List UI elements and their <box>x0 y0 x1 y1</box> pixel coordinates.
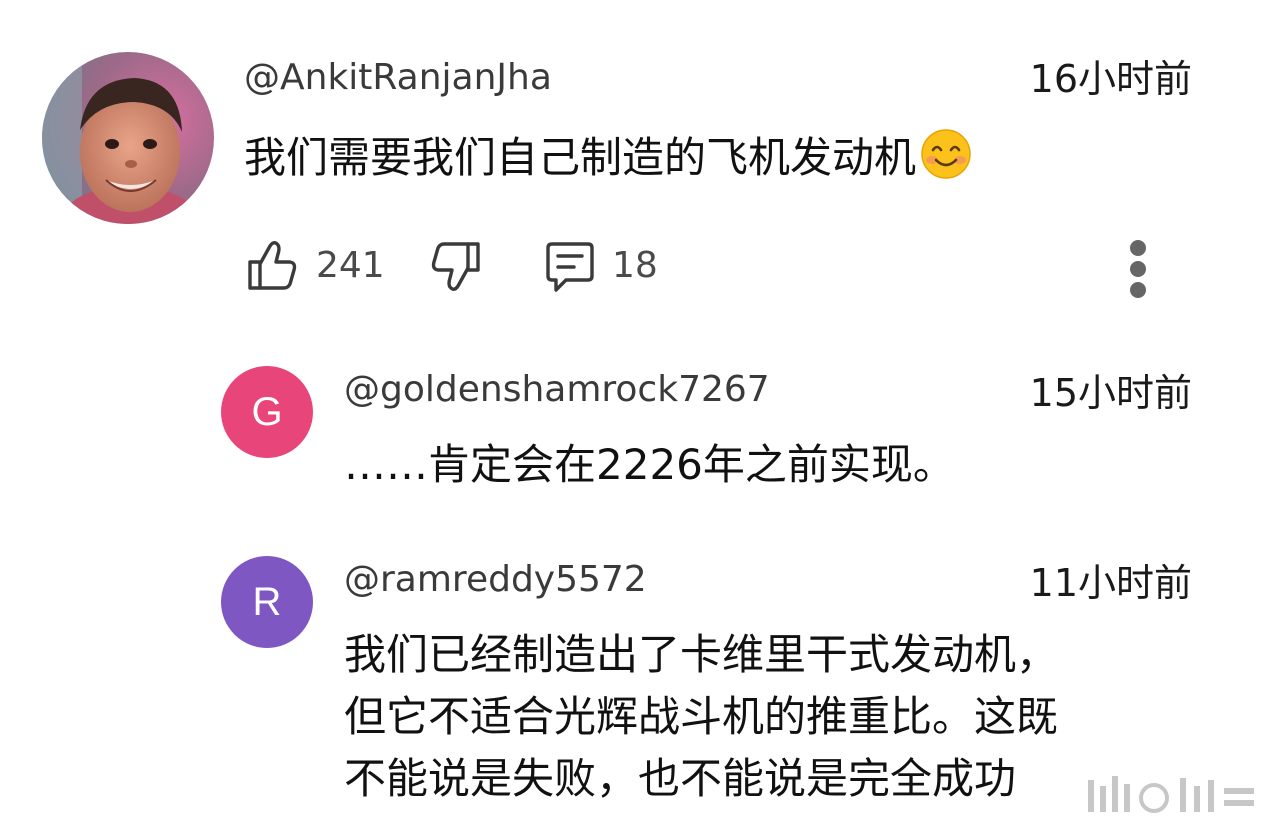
avatar-photo-image <box>42 52 214 224</box>
avatar[interactable]: R <box>221 556 313 648</box>
reply-text-block: ……肯定会在2226年之前实现。 <box>344 434 1204 496</box>
reply-author[interactable]: @ramreddy5572 <box>344 562 647 598</box>
avatar-letter: R <box>252 580 282 624</box>
comment-timestamp: 16小时前 <box>1029 57 1192 101</box>
reply-item: G @goldenshamrock7267 15小时前 ……肯定会在2226年之… <box>0 350 1280 500</box>
watermark-icon <box>1088 776 1254 813</box>
avatar[interactable] <box>42 52 214 224</box>
comment-icon[interactable] <box>540 236 596 296</box>
reply-text-block: 我们已经制造出了卡维里干式发动机， 但它不适合光辉战斗机的推重比。这既 不能说是… <box>344 624 1204 810</box>
comment-text-row: 我们需要我们自己制造的飞机发动机 <box>244 128 972 180</box>
reply-text: ……肯定会在2226年之前实现。 <box>344 440 955 489</box>
reply-text-line: 但它不适合光辉战斗机的推重比。这既 <box>344 692 1059 741</box>
avatar-letter: G <box>251 390 283 434</box>
comment-author[interactable]: @AnkitRanjanJha <box>244 60 552 96</box>
reply-count: 18 <box>612 245 658 286</box>
reply-text-line: 我们已经制造出了卡维里干式发动机， <box>344 630 1059 679</box>
reply-text-line: 不能说是失败，也不能说是完全成功 <box>344 754 1017 803</box>
reply-author[interactable]: @goldenshamrock7267 <box>344 372 770 408</box>
smiling-face-emoji-icon <box>921 129 971 179</box>
comment-thread: @AnkitRanjanJha 16小时前 我们需要我们自己制造的飞机发动机 2… <box>0 0 1280 340</box>
more-vertical-icon[interactable] <box>1118 236 1158 302</box>
like-count: 241 <box>316 245 385 286</box>
thumbs-up-icon[interactable] <box>244 236 300 296</box>
comments-screen: @AnkitRanjanJha 16小时前 我们需要我们自己制造的飞机发动机 2… <box>0 0 1280 835</box>
avatar[interactable]: G <box>221 366 313 458</box>
reply-timestamp: 11小时前 <box>1029 561 1192 605</box>
comment-text: 我们需要我们自己制造的飞机发动机 <box>244 133 917 182</box>
thumbs-down-icon[interactable] <box>428 236 484 296</box>
comment-actions: 241 18 <box>244 236 1204 296</box>
reply-timestamp: 15小时前 <box>1029 371 1192 415</box>
